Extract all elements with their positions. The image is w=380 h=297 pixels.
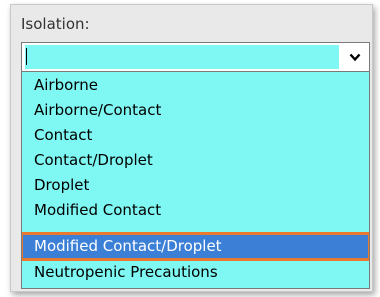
option-airborne-contact[interactable]: Airborne/Contact <box>22 98 369 123</box>
option-droplet[interactable]: Droplet <box>22 173 369 198</box>
isolation-label: Isolation: <box>21 15 90 33</box>
chevron-down-icon <box>349 53 361 62</box>
option-contact[interactable]: Contact <box>22 123 369 148</box>
isolation-input[interactable] <box>25 45 339 69</box>
option-modified-contact-droplet[interactable]: Modified Contact/Droplet <box>22 232 369 261</box>
option-modified-contact[interactable]: Modified Contact <box>22 198 369 223</box>
dropdown-button[interactable] <box>341 43 369 71</box>
option-neutropenic-precautions[interactable]: Neutropenic Precautions <box>22 260 369 285</box>
option-airborne[interactable]: Airborne <box>22 73 369 98</box>
isolation-options-list[interactable]: Airborne Airborne/Contact Contact Contac… <box>21 71 370 289</box>
text-cursor <box>26 48 27 65</box>
option-contact-droplet[interactable]: Contact/Droplet <box>22 148 369 173</box>
isolation-combobox[interactable] <box>21 42 370 72</box>
isolation-panel: Isolation: Airborne Airborne/Contact Con… <box>10 4 373 292</box>
